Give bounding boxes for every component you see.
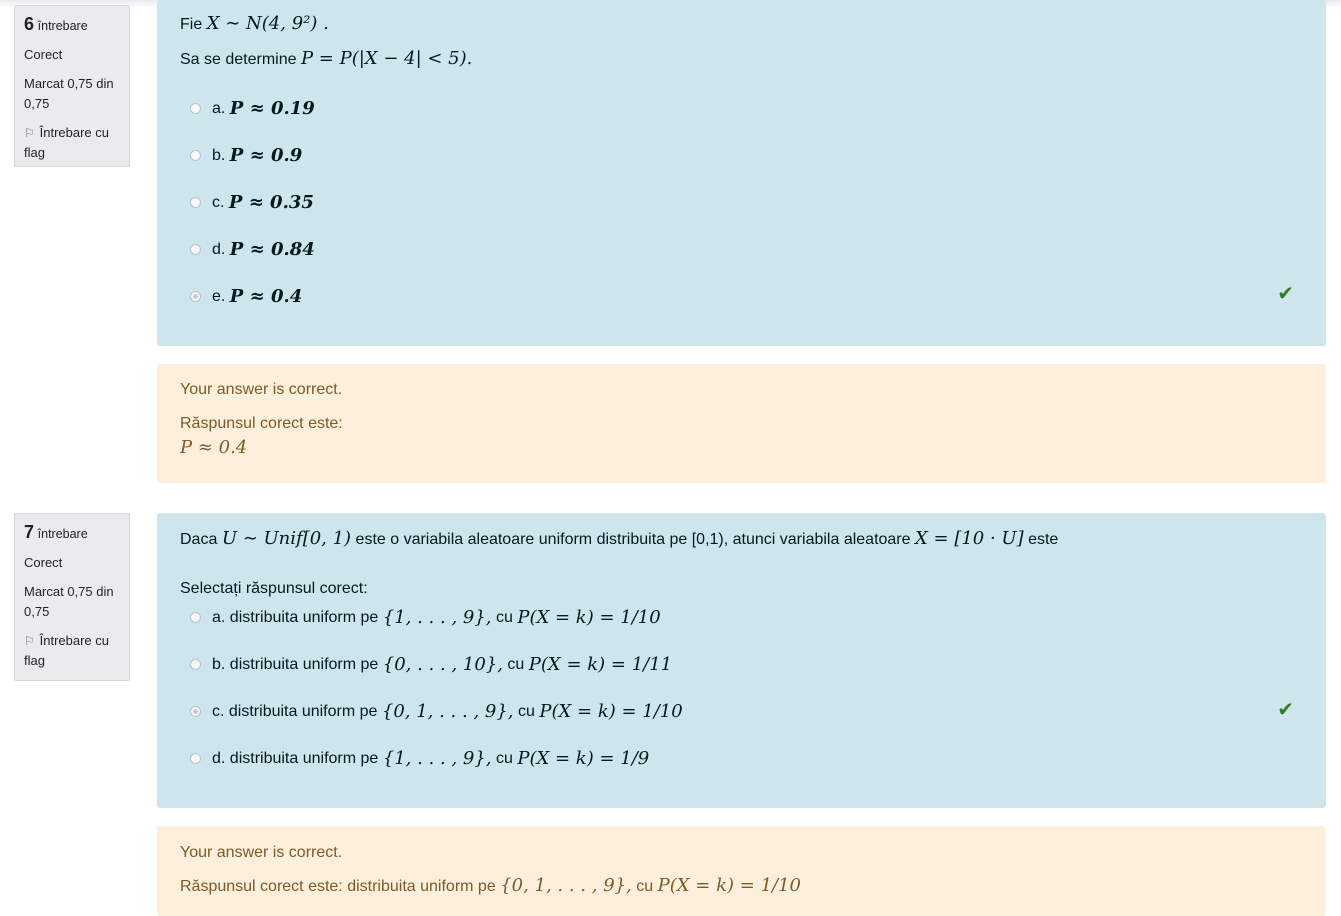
flag-question-link[interactable]: ⚐ Întrebare cu flag <box>24 631 129 671</box>
question-info-6: 6 întrebare Corect Marcat 0,75 din 0,75 … <box>14 5 130 167</box>
radio-icon[interactable] <box>190 659 201 670</box>
question-number: 7 întrebare <box>24 522 88 542</box>
flag-question-link[interactable]: ⚐ Întrebare cu flag <box>24 123 129 163</box>
question-text: Daca U ∼ Unif[0, 1) este o variabila ale… <box>180 528 1059 549</box>
radio-icon[interactable] <box>190 291 201 302</box>
answer-option-d[interactable]: d. P ≈ 0.84 <box>190 239 315 260</box>
answer-option-b[interactable]: b. P ≈ 0.9 <box>190 145 302 166</box>
answer-option-c[interactable]: c. distribuita uniform pe {0, 1, . . . ,… <box>190 701 683 722</box>
radio-icon[interactable] <box>190 612 201 623</box>
question-prompt: Sa se determine P = P(|X − 4| < 5). <box>180 48 473 69</box>
answer-option-a[interactable]: a. P ≈ 0.19 <box>190 98 315 119</box>
question-grade: Marcat 0,75 din 0,75 <box>24 76 114 111</box>
question-text: Fie X ∼ N(4, 9²) . <box>180 13 329 34</box>
question-grade: Marcat 0,75 din 0,75 <box>24 584 114 619</box>
question-status: Corect <box>24 555 63 570</box>
flag-icon: ⚐ <box>24 126 35 140</box>
radio-icon[interactable] <box>190 244 201 255</box>
radio-icon[interactable] <box>190 197 201 208</box>
question-content-7: Daca U ∼ Unif[0, 1) este o variabila ale… <box>157 513 1326 808</box>
check-icon: ✔ <box>1277 699 1294 721</box>
feedback-correct-message: Your answer is correct. <box>180 381 343 398</box>
radio-icon[interactable] <box>190 150 201 161</box>
question-content-6: Fie X ∼ N(4, 9²) . Sa se determine P = P… <box>157 0 1326 346</box>
flag-icon: ⚐ <box>24 634 35 648</box>
question-number: 6 întrebare <box>24 14 88 34</box>
feedback-correct-message: Your answer is correct. <box>180 844 343 861</box>
answer-option-b[interactable]: b. distribuita uniform pe {0, . . . , 10… <box>190 654 672 675</box>
right-answer: Răspunsul corect este: distribuita unifo… <box>180 875 801 896</box>
radio-icon[interactable] <box>190 706 201 717</box>
radio-icon[interactable] <box>190 753 201 764</box>
right-answer-value: P ≈ 0.4 <box>180 437 248 458</box>
radio-icon[interactable] <box>190 103 201 114</box>
answer-option-c[interactable]: c. P ≈ 0.35 <box>190 192 314 213</box>
answer-option-e[interactable]: e. P ≈ 0.4 <box>190 286 302 307</box>
question-status: Corect <box>24 47 63 62</box>
feedback-7: Your answer is correct. Răspunsul corect… <box>157 826 1326 916</box>
right-answer-label: Răspunsul corect este: <box>180 415 343 432</box>
check-icon: ✔ <box>1277 283 1294 305</box>
answer-option-d[interactable]: d. distribuita uniform pe {1, . . . , 9}… <box>190 748 649 769</box>
answer-option-a[interactable]: a. distribuita uniform pe {1, . . . , 9}… <box>190 607 661 628</box>
question-info-7: 7 întrebare Corect Marcat 0,75 din 0,75 … <box>14 513 130 681</box>
feedback-6: Your answer is correct. Răspunsul corect… <box>157 364 1326 483</box>
instruction-text: Selectați răspunsul corect: <box>180 580 368 597</box>
